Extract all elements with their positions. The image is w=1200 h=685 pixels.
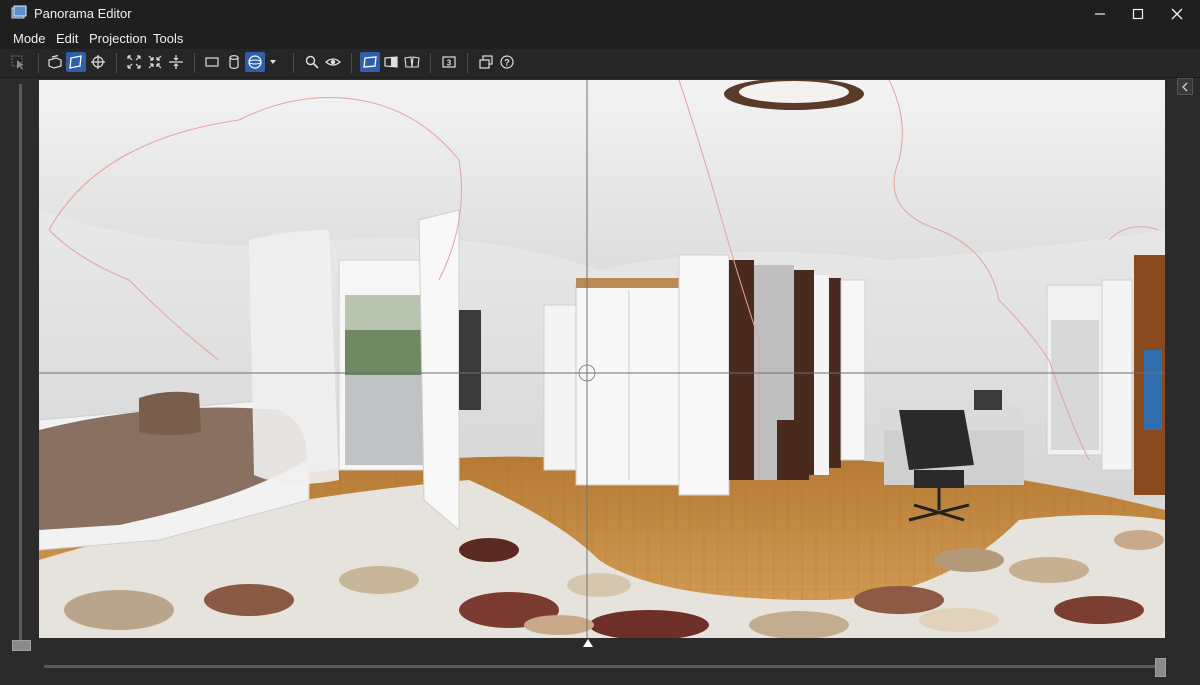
fit-collapse-button[interactable] [145,52,165,72]
panorama-viewport[interactable] [39,80,1165,638]
horizontal-slider-handle[interactable] [1155,658,1166,677]
dark-wardrobe [678,254,866,496]
close-button[interactable] [1157,0,1197,27]
horizontal-slider-track[interactable] [44,665,1158,668]
layers-icon [48,54,62,69]
panorama-image [39,80,1165,638]
center-vertical-icon [169,55,183,69]
view-position-marker[interactable] [583,639,593,647]
toolbar-separator [194,53,195,73]
help-icon: ? [500,55,514,69]
zoom-icon [305,55,319,69]
toolbar-separator [351,53,352,73]
window-title: Panorama Editor [34,6,132,21]
layers-button[interactable] [45,52,65,72]
window-layers-button[interactable] [476,52,496,72]
view-mirror-half-icon [384,56,398,68]
toolbar-separator [38,53,39,73]
mirror [459,310,481,410]
ceiling-lamp-shade [739,81,849,103]
eye-preview-icon [325,58,341,66]
help-label: ? [504,57,510,67]
fit-expand-icon [127,55,141,69]
projection-dropdown-button[interactable] [266,52,280,72]
window-layers-icon [479,55,493,69]
toolbar-separator [430,53,431,73]
menu-mode[interactable]: Mode [13,31,46,46]
vertical-slider-track[interactable] [19,84,22,640]
sphere-projection-icon [248,55,262,69]
number-badge-icon: 3 [442,56,456,68]
toolbar-separator [116,53,117,73]
menu-edit[interactable]: Edit [56,31,78,46]
menu-projection[interactable]: Projection [89,31,147,46]
vertical-slider-handle[interactable] [12,640,31,651]
right-doorway [1046,279,1133,471]
maximize-button[interactable] [1118,0,1158,27]
white-wardrobe [543,278,682,486]
menu-bar: Mode Edit Projection Tools [0,27,1200,49]
view-book-icon [404,56,420,68]
cylinder-projection-icon [229,55,239,69]
crosshair-button[interactable] [88,52,108,72]
zoom-button[interactable] [302,52,322,72]
view-book-button[interactable] [402,52,422,72]
curtain [249,230,339,484]
rectangle-projection-icon [205,57,219,67]
number-badge-label: 3 [447,59,452,68]
menu-tools[interactable]: Tools [153,31,183,46]
dropdown-arrow-icon [270,60,276,64]
select-tool-button[interactable] [8,52,28,72]
number-badge-button[interactable]: 3 [439,52,459,72]
view-normal-icon [363,56,377,68]
toolbar-separator [467,53,468,73]
bookshelf [1134,255,1165,495]
close-icon [1171,8,1183,19]
toolbar: 3 ? [0,49,1200,78]
view-normal-button[interactable] [360,52,380,72]
preview-button[interactable] [323,52,343,72]
fit-collapse-icon [148,55,162,69]
minimize-icon [1095,12,1105,15]
rectangle-projection-button[interactable] [202,52,222,72]
minimize-button[interactable] [1080,0,1120,27]
collapse-panel-button[interactable] [1177,78,1193,95]
crosshair-icon [91,55,105,69]
toolbar-separator [293,53,294,73]
chevron-left-icon [1182,82,1188,91]
drag-plane-icon [69,55,82,69]
title-bar: Panorama Editor [0,0,1200,27]
cylinder-projection-button[interactable] [224,52,244,72]
maximize-icon [1132,8,1144,19]
cursor-select-icon [11,55,24,70]
sphere-projection-button[interactable] [245,52,265,72]
view-mirror-half-button[interactable] [381,52,401,72]
fit-expand-button[interactable] [124,52,144,72]
center-vertical-button[interactable] [166,52,186,72]
app-icon [11,5,27,19]
drag-plane-button[interactable] [66,52,86,72]
help-button[interactable]: ? [497,52,517,72]
